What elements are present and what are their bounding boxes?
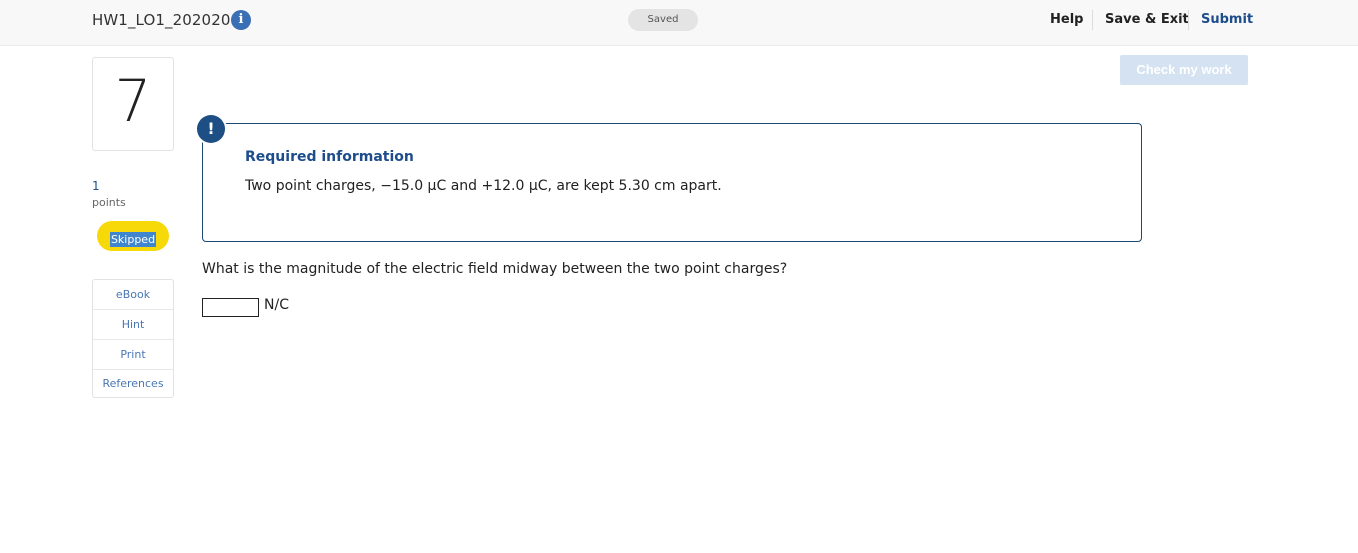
ebook-link[interactable]: eBook [93,280,173,310]
references-link[interactable]: References [93,370,173,397]
question-prompt: What is the magnitude of the electric fi… [202,261,788,277]
save-status-badge: Saved [628,9,698,31]
submit-link[interactable]: Submit [1201,12,1253,27]
exclamation-icon: ! [197,115,225,143]
hint-link[interactable]: Hint [93,310,173,340]
status-badge: Skipped [97,221,169,251]
question-number-box: 7 [92,57,174,151]
assignment-title: HW1_LO1_202020 [92,11,231,29]
required-information-heading: Required information [245,149,414,165]
top-header: HW1_LO1_202020 i Saved Help Save & Exit … [0,0,1358,46]
answer-input[interactable] [202,298,259,317]
unit-label: N/C [264,297,289,313]
check-my-work-button[interactable]: Check my work [1120,55,1248,85]
status-badge-label: Skipped [109,232,157,247]
header-divider [1188,10,1189,30]
question-number: 7 [114,67,152,135]
save-exit-link[interactable]: Save & Exit [1105,12,1189,27]
points-label: points [92,196,126,209]
question-tools-menu: eBook Hint Print References [92,279,174,398]
print-link[interactable]: Print [93,340,173,370]
info-icon[interactable]: i [231,10,251,30]
points-value: 1 [92,179,100,193]
required-information-text: Two point charges, −15.0 μC and +12.0 μC… [245,178,722,194]
help-link[interactable]: Help [1050,12,1083,27]
header-divider [1092,10,1093,30]
